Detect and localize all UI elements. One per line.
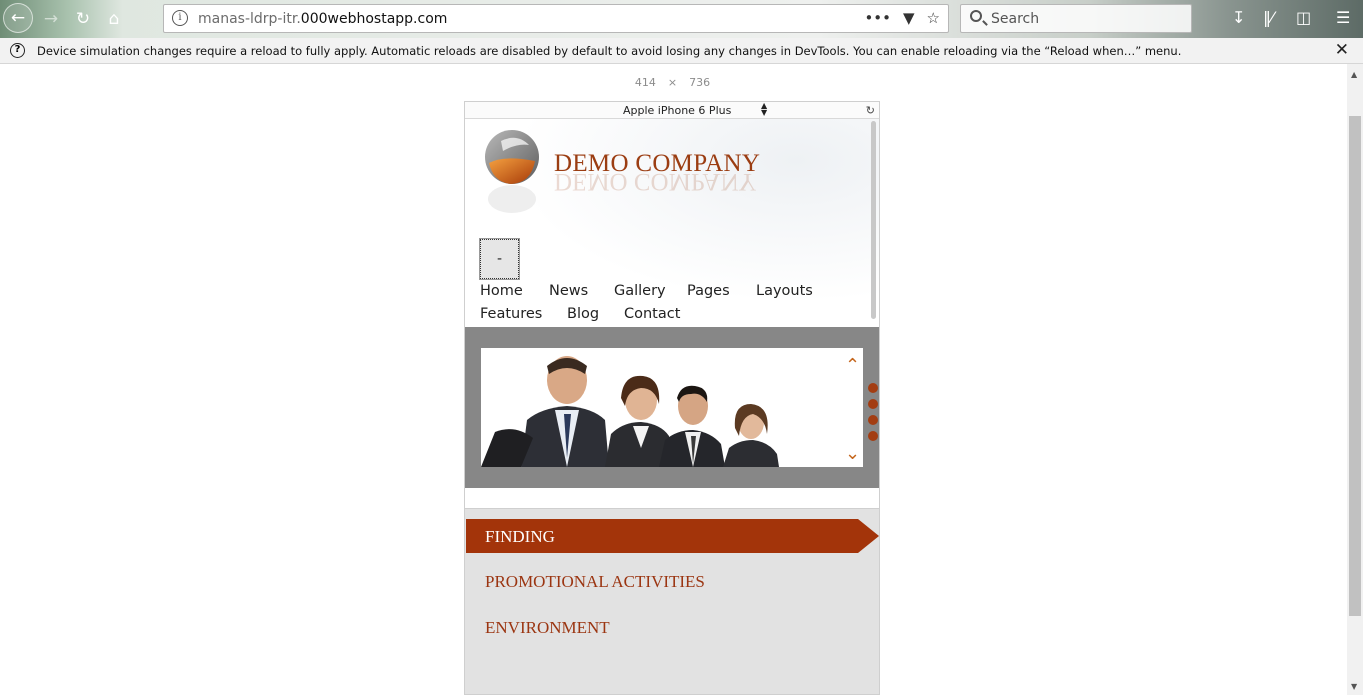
nav-item-features[interactable]: Features (480, 306, 567, 329)
slide-down-arrow-icon[interactable]: ⌄ (845, 443, 860, 464)
company-name-reflection: DEMO COMPANY (554, 168, 757, 195)
inner-scrollbar[interactable] (871, 121, 876, 319)
help-icon: ? (10, 43, 25, 58)
reload-icon[interactable]: ↻ (69, 5, 97, 33)
search-icon (970, 10, 982, 22)
forward-icon[interactable]: → (37, 5, 65, 33)
sidebar-icon[interactable]: ◫ (1296, 8, 1311, 27)
nav-item-blog[interactable]: Blog (567, 306, 624, 329)
star-icon[interactable]: ☆ (927, 9, 940, 27)
viewport-dimensions: 414 × 736 (0, 76, 1345, 89)
nav-item-pages[interactable]: Pages (687, 283, 756, 306)
pocket-icon[interactable]: ▼ (903, 9, 915, 27)
viewport-width[interactable]: 414 (635, 76, 656, 89)
website: DEMO COMPANY DEMO COMPANY - Home News Ga… (465, 119, 879, 694)
site-header: DEMO COMPANY DEMO COMPANY - Home News Ga… (465, 119, 879, 327)
scroll-up-icon[interactable]: ▲ (1351, 70, 1357, 79)
back-icon[interactable]: ← (3, 3, 33, 33)
viewport-height[interactable]: 736 (689, 76, 710, 89)
tab-environment[interactable]: ENVIRONMENT (485, 618, 610, 638)
menu-icon[interactable]: ☰ (1336, 8, 1350, 27)
library-icon[interactable]: ‖⁄ (1263, 8, 1274, 27)
scrollbar-thumb[interactable] (1349, 116, 1361, 616)
home-icon[interactable]: ⌂ (100, 5, 128, 33)
rotate-icon[interactable]: ↻ (866, 104, 875, 117)
menu-toggle-button[interactable]: - (479, 238, 520, 280)
image-slider: ⌃ ⌄ (465, 327, 879, 488)
main-nav: Home News Gallery Pages Layouts Features… (480, 283, 870, 329)
slide-dot[interactable] (868, 399, 878, 409)
url-text: manas-ldrp-itr.000webhostapp.com (198, 11, 448, 27)
tab-promotional-activities[interactable]: PROMOTIONAL ACTIVITIES (485, 572, 705, 592)
close-icon[interactable]: ✕ (1335, 40, 1349, 60)
slide-dots (868, 383, 878, 447)
scroll-down-icon[interactable]: ▼ (1351, 682, 1357, 691)
slide-dot[interactable] (868, 431, 878, 441)
device-frame: Apple iPhone 6 Plus ▲ ▼ ↻ DEMO COMPANY D… (464, 101, 880, 695)
device-selector[interactable]: Apple iPhone 6 Plus (623, 104, 731, 117)
slide-dot[interactable] (868, 383, 878, 393)
nav-item-layouts[interactable]: Layouts (756, 283, 813, 306)
nav-item-home[interactable]: Home (480, 283, 549, 306)
info-icon[interactable]: i (172, 10, 188, 26)
more-icon[interactable]: ••• (864, 9, 891, 27)
devtools-notification: ? Device simulation changes require a re… (0, 38, 1363, 64)
slide-dot[interactable] (868, 415, 878, 425)
download-icon[interactable]: ↧ (1232, 8, 1245, 27)
slide-up-arrow-icon[interactable]: ⌃ (845, 355, 860, 376)
search-placeholder: Search (991, 11, 1040, 27)
company-logo (485, 130, 539, 213)
address-bar[interactable]: i manas-ldrp-itr.000webhostapp.com ••• ▼… (163, 4, 949, 33)
page-scrollbar[interactable]: ▲ ▼ (1347, 64, 1363, 695)
team-photo (481, 348, 863, 467)
nav-item-gallery[interactable]: Gallery (614, 283, 687, 306)
nav-item-contact[interactable]: Contact (624, 306, 680, 329)
times-sign: × (667, 76, 678, 89)
nav-item-news[interactable]: News (549, 283, 614, 306)
chevron-updown-icon[interactable]: ▲ ▼ (761, 102, 767, 117)
tab-finding[interactable]: FINDING (485, 527, 555, 547)
device-selector-bar: Apple iPhone 6 Plus ▲ ▼ ↻ (465, 102, 879, 119)
search-input[interactable]: Search (960, 4, 1192, 33)
notification-text: Device simulation changes require a relo… (37, 44, 1182, 58)
tabs-area: FINDING PROMOTIONAL ACTIVITIES ENVIRONME… (465, 508, 879, 694)
browser-toolbar: ← → ↻ ⌂ i manas-ldrp-itr.000webhostapp.c… (0, 0, 1363, 38)
